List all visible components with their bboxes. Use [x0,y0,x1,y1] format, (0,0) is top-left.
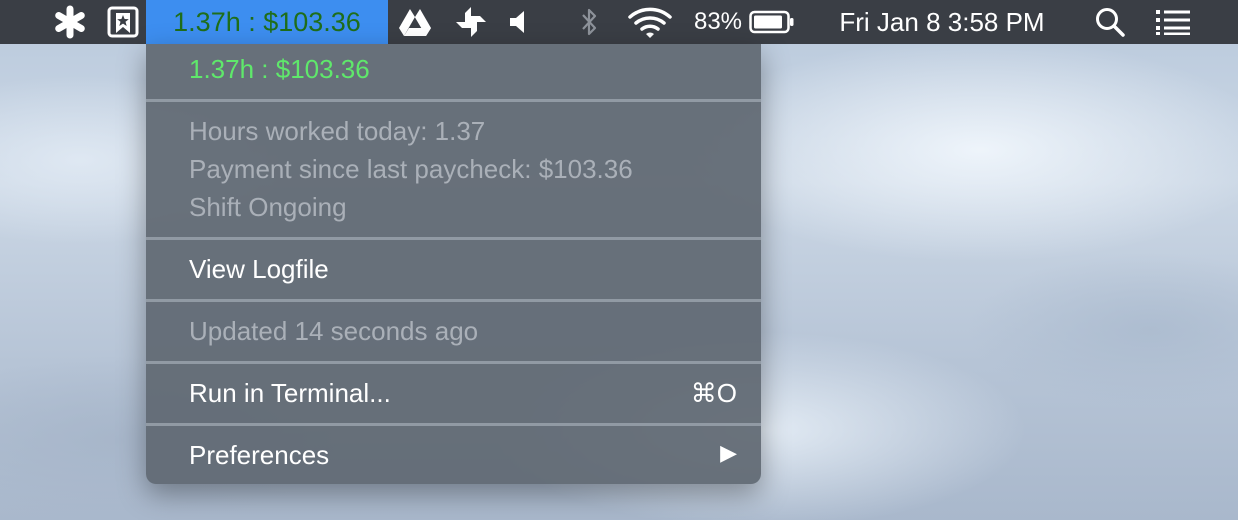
battery-icon[interactable] [748,0,796,44]
shift-status-line: Shift Ongoing [189,192,347,222]
preferences-item[interactable]: Preferences [189,440,329,471]
menubar-clock[interactable]: Fri Jan 8 3:58 PM [822,0,1062,44]
pinwheel-icon[interactable] [452,0,490,44]
hours-worked-line: Hours worked today: 1.37 [189,116,486,146]
bluetooth-icon[interactable] [576,0,602,44]
run-in-terminal-item[interactable]: Run in Terminal... [189,378,391,409]
status-dropdown-menu: 1.37h : $103.36 Hours worked today: 1.37… [146,44,761,484]
menu-separator [146,423,761,426]
wifi-icon[interactable] [626,0,674,44]
menu-separator [146,299,761,302]
menu-separator [146,361,761,364]
bookmark-star-icon[interactable] [104,0,142,44]
menu-header-earnings[interactable]: 1.37h : $103.36 [189,54,370,85]
menu-separator [146,237,761,240]
submenu-arrow-icon: ▶ [720,440,737,465]
run-in-terminal-shortcut: ⌘O [690,378,737,408]
menu-bar: 1.37h : $103.36 83% Fri Jan 8 3:58 PM [0,0,1238,44]
list-icon[interactable] [1152,0,1194,44]
volume-icon[interactable] [506,0,532,44]
updated-status-line: Updated 14 seconds ago [189,316,479,346]
menu-separator [146,99,761,102]
payment-line: Payment since last paycheck: $103.36 [189,154,633,184]
battery-percent[interactable]: 83% [690,0,746,44]
google-drive-icon[interactable] [396,0,434,44]
view-logfile-item[interactable]: View Logfile [189,254,329,285]
search-icon[interactable] [1092,0,1128,44]
status-item-earnings[interactable]: 1.37h : $103.36 [146,0,388,44]
asterisk-icon[interactable] [52,0,88,44]
